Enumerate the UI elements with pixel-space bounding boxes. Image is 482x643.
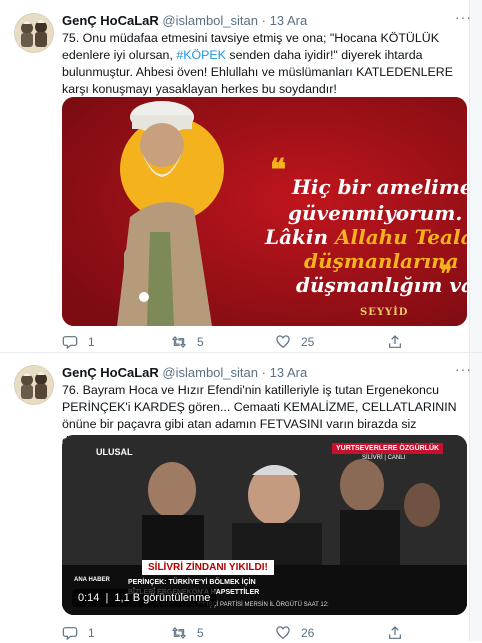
share-icon	[389, 335, 401, 348]
reply-icon	[62, 336, 78, 350]
ticker-line: PERİNÇEK: TÜRKİYE'Yİ BÖLMEK İÇİN	[128, 579, 256, 586]
more-options-icon[interactable]: ···	[455, 361, 472, 377]
video-duration-badge: 0:14 | 1,1 B görüntülenme	[72, 589, 217, 607]
quote-line: düşmanlarına	[304, 249, 459, 273]
display-name[interactable]: GenÇ HoCaLaR	[62, 365, 159, 380]
video-time: 0:14	[78, 592, 100, 604]
like-button[interactable]: 26	[275, 625, 314, 641]
quote-line: Hiç bir amelime	[292, 175, 467, 199]
share-icon	[389, 626, 401, 639]
reply-button[interactable]: 1	[62, 334, 95, 350]
tweet[interactable]: GenÇ HoCaLaR @islambol_sitan · 13 Ara ··…	[0, 0, 482, 353]
channel-logo: ULUSAL	[96, 447, 133, 457]
tweet-actions: 1 5 25	[62, 334, 462, 352]
like-count: 25	[301, 335, 315, 349]
tweet-text: 75. Onu müdafaa etmesini tavsiye etmiş v…	[62, 30, 470, 98]
reply-button[interactable]: 1	[62, 625, 95, 641]
avatar[interactable]	[14, 13, 54, 53]
signature: SEYYİD	[360, 307, 409, 318]
display-name[interactable]: GenÇ HoCaLaR	[62, 13, 159, 28]
reply-count: 1	[88, 626, 95, 640]
avatar[interactable]	[14, 365, 54, 405]
share-button[interactable]	[387, 625, 403, 641]
retweet-count: 5	[197, 626, 204, 640]
retweet-count: 5	[197, 335, 204, 349]
quote-line: Lâkin Allahu Teala'nın	[265, 225, 467, 249]
timestamp[interactable]: 13 Ara	[270, 13, 308, 28]
retweet-icon	[171, 627, 187, 639]
headline-banner: SİLİVRİ ZİNDANI YIKILDI!	[142, 560, 274, 575]
like-button[interactable]: 25	[275, 334, 314, 350]
quote-highlight: Allahu Teala'nın	[334, 225, 467, 249]
like-count: 26	[301, 626, 315, 640]
handle[interactable]: @islambol_sitan	[162, 13, 258, 28]
more-options-icon[interactable]: ···	[455, 9, 472, 25]
quote-line: güvenmiyorum.	[288, 201, 463, 225]
tweet[interactable]: GenÇ HoCaLaR @islambol_sitan · 13 Ara ··…	[0, 353, 482, 641]
live-label: SİLİVRİ | CANLI	[362, 455, 406, 461]
view-count: 1,1 B görüntülenme	[114, 592, 211, 604]
separator: ·	[261, 13, 266, 28]
quote-open-icon: ❝	[270, 153, 287, 188]
reply-count: 1	[88, 335, 95, 349]
retweet-button[interactable]: 5	[171, 625, 204, 641]
tweet-actions: 1 5 26	[62, 625, 462, 643]
tweet-video[interactable]: ULUSAL YURTSEVERLERE ÖZGÜRLÜK SİLİVRİ | …	[62, 435, 467, 615]
timestamp[interactable]: 13 Ara	[270, 365, 308, 380]
program-label: ANA HABER	[74, 577, 110, 583]
reply-icon	[62, 627, 78, 641]
quote-line-part: Lâkin	[265, 225, 335, 249]
retweet-icon	[171, 336, 187, 348]
heart-icon	[276, 335, 290, 349]
quote-close-icon: ❞	[440, 261, 452, 287]
share-button[interactable]	[387, 334, 403, 350]
banner-top: YURTSEVERLERE ÖZGÜRLÜK	[332, 443, 444, 454]
separator: ·	[261, 365, 266, 380]
handle[interactable]: @islambol_sitan	[162, 365, 258, 380]
heart-icon	[276, 626, 290, 640]
tweet-image[interactable]: ❝ Hiç bir amelime güvenmiyorum. Lâkin Al…	[62, 97, 467, 326]
retweet-button[interactable]: 5	[171, 334, 204, 350]
ticker-line: *** İŞÇİ PARTİSİ MERSİN İL ÖRGÜTÜ SAAT 1…	[198, 602, 329, 608]
hashtag-link[interactable]: #KÖPEK	[176, 48, 226, 62]
